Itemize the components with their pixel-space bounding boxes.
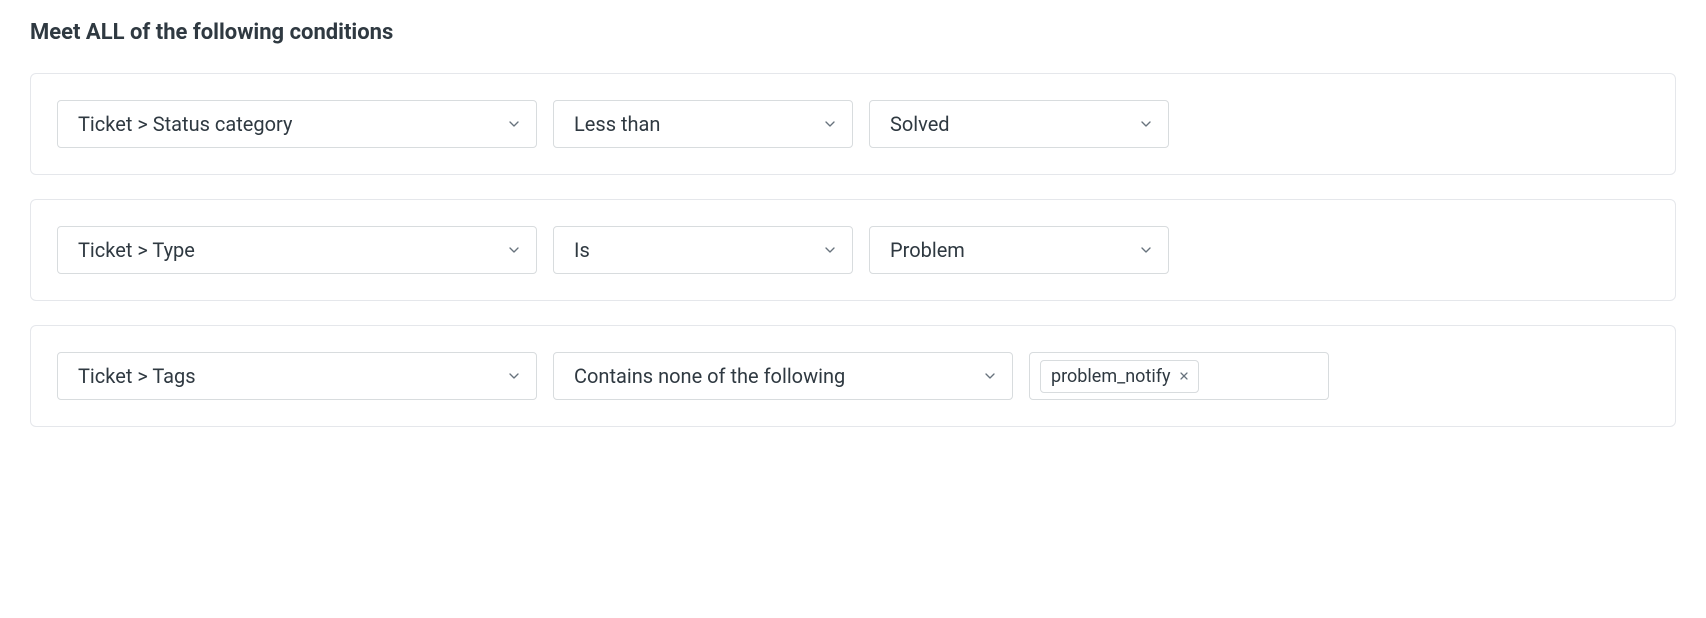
chevron-down-icon — [1138, 116, 1154, 132]
condition-field-select[interactable]: Ticket > Status category — [57, 100, 537, 148]
condition-operator-value: Is — [574, 238, 590, 262]
chevron-down-icon — [506, 368, 522, 384]
chevron-down-icon — [822, 116, 838, 132]
condition-field-value: Ticket > Status category — [78, 112, 292, 136]
condition-value-select[interactable]: Problem — [869, 226, 1169, 274]
tag-input[interactable]: problem_notify — [1029, 352, 1329, 400]
condition-value-text: Solved — [890, 112, 950, 136]
condition-field-select[interactable]: Ticket > Tags — [57, 352, 537, 400]
chevron-down-icon — [822, 242, 838, 258]
condition-operator-value: Contains none of the following — [574, 364, 845, 388]
condition-field-value: Ticket > Tags — [78, 364, 196, 388]
tag-remove-button[interactable] — [1178, 370, 1190, 382]
condition-row: Ticket > Type Is Problem — [30, 199, 1676, 301]
section-title: Meet ALL of the following conditions — [30, 20, 1676, 45]
chevron-down-icon — [982, 368, 998, 384]
condition-row: Ticket > Status category Less than Solve… — [30, 73, 1676, 175]
condition-operator-select[interactable]: Is — [553, 226, 853, 274]
tag-chip: problem_notify — [1040, 360, 1199, 393]
condition-operator-value: Less than — [574, 112, 660, 136]
tag-label: problem_notify — [1051, 366, 1170, 387]
condition-value-text: Problem — [890, 238, 965, 262]
chevron-down-icon — [506, 242, 522, 258]
chevron-down-icon — [506, 116, 522, 132]
condition-row: Ticket > Tags Contains none of the follo… — [30, 325, 1676, 427]
condition-field-value: Ticket > Type — [78, 238, 195, 262]
condition-operator-select[interactable]: Contains none of the following — [553, 352, 1013, 400]
chevron-down-icon — [1138, 242, 1154, 258]
condition-field-select[interactable]: Ticket > Type — [57, 226, 537, 274]
condition-value-select[interactable]: Solved — [869, 100, 1169, 148]
condition-operator-select[interactable]: Less than — [553, 100, 853, 148]
